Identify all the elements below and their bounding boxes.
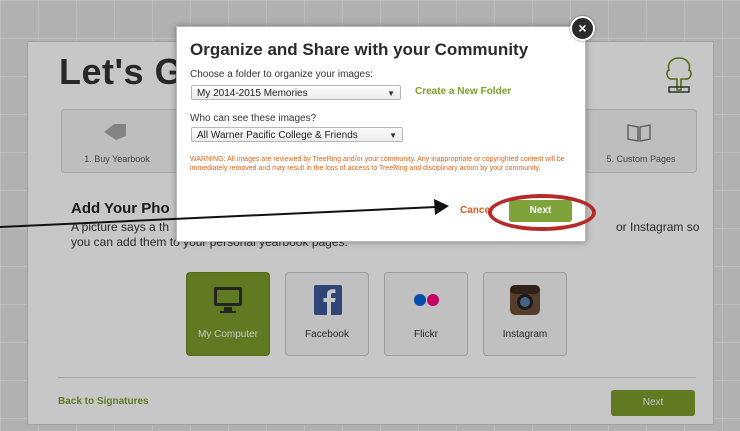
chevron-down-icon: ▼ bbox=[389, 131, 397, 140]
visibility-label: Who can see these images? bbox=[190, 113, 317, 124]
folder-select[interactable]: My 2014-2015 Memories ▼ bbox=[191, 85, 401, 100]
visibility-select-value: All Warner Pacific College & Friends bbox=[197, 130, 358, 141]
warning-text: WARNING: All images are reviewed by Tree… bbox=[190, 156, 565, 172]
modal-title: Organize and Share with your Community bbox=[190, 40, 529, 59]
visibility-select[interactable]: All Warner Pacific College & Friends ▼ bbox=[191, 127, 403, 142]
folder-label: Choose a folder to organize your images: bbox=[190, 69, 373, 80]
modal-next-button[interactable]: Next bbox=[509, 200, 572, 222]
chevron-down-icon: ▼ bbox=[387, 89, 395, 98]
close-icon[interactable]: × bbox=[570, 16, 595, 41]
folder-select-value: My 2014-2015 Memories bbox=[197, 88, 308, 99]
cancel-link[interactable]: Cancel bbox=[460, 205, 493, 216]
create-folder-link[interactable]: Create a New Folder bbox=[415, 86, 511, 97]
organize-share-modal: Organize and Share with your Community C… bbox=[176, 26, 586, 242]
